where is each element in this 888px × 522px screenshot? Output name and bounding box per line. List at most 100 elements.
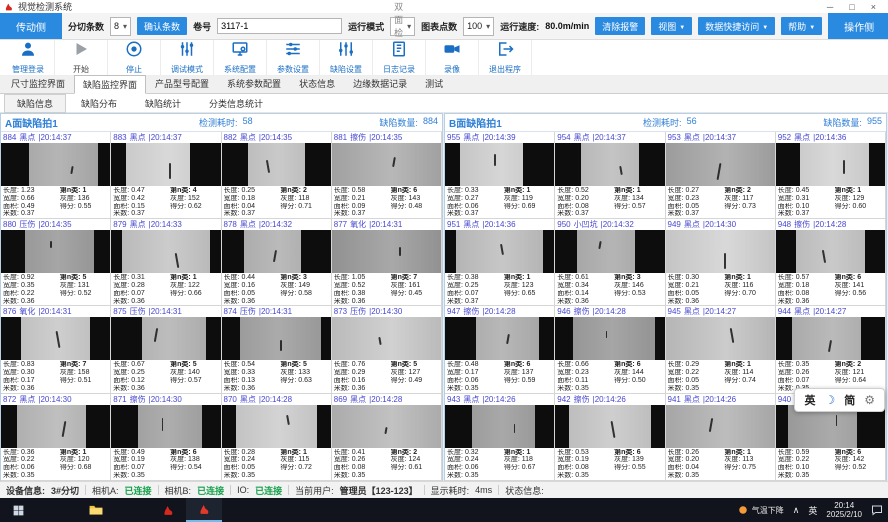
tab-5[interactable]: 边缘数据记录 [344, 74, 416, 93]
defect-cell[interactable]: 942擦伤|20:14:26长度:0.53宽度:0.19面积:0.08米数:0.… [555, 394, 665, 481]
weather-widget[interactable]: 气温下降 [738, 505, 784, 516]
tab-4[interactable]: 状态信息 [290, 74, 344, 93]
defect-cell[interactable]: 872黑点|20:14:30长度:0.36宽度:0.22面积:0.06米数:0.… [1, 394, 111, 481]
defect-image[interactable] [332, 143, 441, 186]
defect-image[interactable] [222, 230, 331, 273]
action-person-button[interactable]: 管理登录 [2, 40, 55, 75]
moon-icon[interactable]: ☽ [824, 393, 835, 407]
defect-cell[interactable]: 952黑点|20:14:36长度:0.45宽度:0.31面积:0.10米数:0.… [776, 132, 886, 219]
help-menu-button[interactable]: 帮助 [781, 17, 822, 35]
defect-image[interactable] [555, 230, 664, 273]
defect-image[interactable] [222, 143, 331, 186]
defect-image[interactable] [445, 317, 554, 360]
defect-image[interactable] [332, 405, 441, 448]
defect-image[interactable] [332, 317, 441, 360]
defect-cell[interactable]: 878黑点|20:14:32长度:0.44宽度:0.16面积:0.05米数:0.… [222, 219, 332, 306]
tab-2[interactable]: 产品型号配置 [146, 74, 218, 93]
input-language-indicator[interactable]: 英 [808, 504, 817, 517]
defect-image[interactable] [555, 317, 664, 360]
defect-image[interactable] [222, 405, 331, 448]
start-menu-button[interactable] [0, 498, 36, 522]
drive-side-button[interactable]: 传动侧 [0, 13, 62, 39]
run-mode-select[interactable]: 双面检测 [390, 17, 415, 36]
defect-cell[interactable]: 876氧化|20:14:31长度:0.83宽度:0.30面积:0.17米数:0.… [1, 306, 111, 393]
notification-center-icon[interactable] [871, 504, 883, 516]
defect-cell[interactable]: 882黑点|20:14:35长度:0.25宽度:0.18面积:0.04米数:0.… [222, 132, 332, 219]
defect-image[interactable] [1, 230, 110, 273]
defect-cell[interactable]: 944黑点|20:14:27长度:0.35宽度:0.26面积:0.07米数:0.… [776, 306, 886, 393]
defect-cell[interactable]: 879黑点|20:14:33长度:0.31宽度:0.28面积:0.07米数:0.… [111, 219, 221, 306]
subtab-1[interactable]: 缺陷分布 [68, 94, 130, 113]
defect-image[interactable] [1, 143, 110, 186]
defect-cell[interactable]: 875压伤|20:14:31长度:0.67宽度:0.25面积:0.12米数:0.… [111, 306, 221, 393]
defect-cell[interactable]: 954黑点|20:14:37长度:0.52宽度:0.20面积:0.08米数:0.… [555, 132, 665, 219]
defect-image[interactable] [666, 230, 775, 273]
defect-cell[interactable]: 945黑点|20:14:27长度:0.29宽度:0.22面积:0.05米数:0.… [666, 306, 776, 393]
defect-cell[interactable]: 871擦伤|20:14:30长度:0.49宽度:0.19面积:0.07米数:0.… [111, 394, 221, 481]
confirm-count-button[interactable]: 确认条数 [137, 17, 187, 35]
defect-image[interactable] [1, 317, 110, 360]
defect-cell[interactable]: 870黑点|20:14:28长度:0.28宽度:0.24面积:0.05米数:0.… [222, 394, 332, 481]
defect-image[interactable] [555, 405, 664, 448]
defect-cell[interactable]: 941黑点|20:14:26长度:0.26宽度:0.20面积:0.04米数:0.… [666, 394, 776, 481]
action-params-button[interactable]: 参数设置 [267, 40, 320, 75]
chart-points-select[interactable]: 100 [463, 17, 494, 36]
subtab-0[interactable]: 缺陷信息 [4, 94, 66, 113]
roll-number-input[interactable] [217, 18, 342, 34]
tab-3[interactable]: 系统参数配置 [218, 74, 290, 93]
defect-image[interactable] [666, 143, 775, 186]
defect-image[interactable] [776, 230, 885, 273]
defect-image[interactable] [111, 143, 220, 186]
file-explorer-button[interactable] [78, 498, 114, 522]
minimize-icon[interactable]: ─ [827, 2, 833, 12]
subtab-2[interactable]: 缺陷统计 [132, 94, 194, 113]
defect-image[interactable] [555, 143, 664, 186]
defect-cell[interactable]: 881擦伤|20:14:35长度:0.58宽度:0.21面积:0.09米数:0.… [332, 132, 442, 219]
app-icon-inspection-active[interactable] [186, 498, 222, 522]
defect-image[interactable] [445, 230, 554, 273]
defect-cell[interactable]: 883黑点|20:14:37长度:0.47宽度:0.42面积:0.15米数:0.… [111, 132, 221, 219]
subtab-3[interactable]: 分类信息统计 [196, 94, 276, 113]
tab-0[interactable]: 尺寸监控界面 [2, 74, 74, 93]
operator-side-button[interactable]: 操作侧 [828, 13, 888, 39]
gear-icon[interactable]: ⚙ [864, 393, 875, 407]
defect-image[interactable] [111, 317, 220, 360]
defect-cell[interactable]: 948擦伤|20:14:28长度:0.57宽度:0.18面积:0.08米数:0.… [776, 219, 886, 306]
action-defect-button[interactable]: 缺陷设置 [320, 40, 373, 75]
defect-image[interactable] [666, 405, 775, 448]
action-exit-button[interactable]: 退出程序 [479, 40, 532, 75]
defect-image[interactable] [111, 230, 220, 273]
clear-alarm-button[interactable]: 清除报警 [595, 17, 645, 35]
defect-image[interactable] [332, 230, 441, 273]
ime-simplified-button[interactable]: 简 [844, 392, 855, 408]
clock[interactable]: 20:14 2025/2/10 [826, 501, 862, 519]
action-system-button[interactable]: 系统配置 [214, 40, 267, 75]
close-icon[interactable]: × [871, 2, 876, 12]
defect-cell[interactable]: 946擦伤|20:14:28长度:0.66宽度:0.23面积:0.11米数:0.… [555, 306, 665, 393]
hidden-icons-button[interactable]: ∧ [793, 505, 800, 516]
tab-1[interactable]: 缺陷监控界面 [74, 75, 146, 94]
defect-cell[interactable]: 877氧化|20:14:31长度:1.05宽度:0.52面积:0.38米数:0.… [332, 219, 442, 306]
defect-image[interactable] [776, 143, 885, 186]
defect-cell[interactable]: 953黑点|20:14:37长度:0.27宽度:0.23面积:0.05米数:0.… [666, 132, 776, 219]
app-icon-inspection[interactable] [150, 498, 186, 522]
ime-english-button[interactable]: 英 [804, 392, 815, 408]
defect-image[interactable] [445, 405, 554, 448]
tab-6[interactable]: 测试 [416, 74, 452, 93]
quick-access-menu-button[interactable]: 数据快捷访问 [698, 17, 775, 35]
action-play-button[interactable]: 开始 [55, 40, 108, 75]
defect-cell[interactable]: 943黑点|20:14:26长度:0.32宽度:0.24面积:0.06米数:0.… [445, 394, 555, 481]
defect-image[interactable] [111, 405, 220, 448]
slit-count-select[interactable]: 8 [110, 17, 131, 36]
defect-image[interactable] [445, 143, 554, 186]
defect-image[interactable] [222, 317, 331, 360]
defect-cell[interactable]: 951黑点|20:14:36长度:0.38宽度:0.25面积:0.07米数:0.… [445, 219, 555, 306]
defect-cell[interactable]: 869黑点|20:14:28长度:0.41宽度:0.26面积:0.08米数:0.… [332, 394, 442, 481]
defect-cell[interactable]: 947擦伤|20:14:28长度:0.48宽度:0.17面积:0.06米数:0.… [445, 306, 555, 393]
defect-image[interactable] [666, 317, 775, 360]
view-menu-button[interactable]: 视图 [651, 17, 692, 35]
defect-cell[interactable]: 884黑点|20:14:37长度:1.23宽度:0.66面积:0.49米数:0.… [1, 132, 111, 219]
defect-cell[interactable]: 950小凹坑|20:14:32长度:0.61宽度:0.34面积:0.14米数:0… [555, 219, 665, 306]
maximize-icon[interactable]: □ [849, 2, 854, 12]
defect-cell[interactable]: 955黑点|20:14:39长度:0.33宽度:0.27面积:0.06米数:0.… [445, 132, 555, 219]
